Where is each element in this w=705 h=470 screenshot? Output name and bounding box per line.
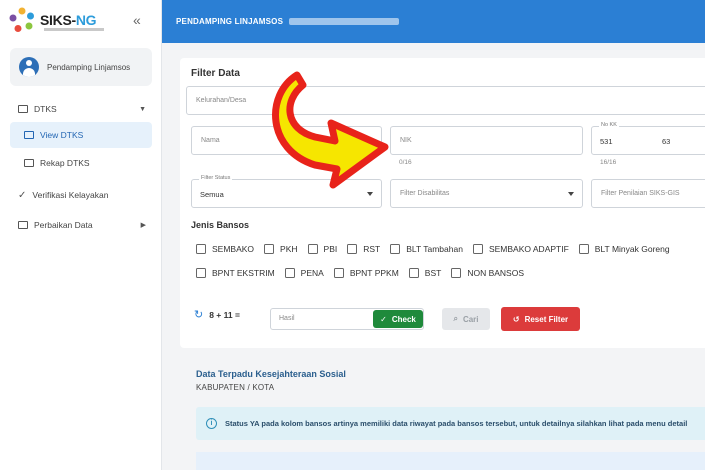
logo-tagline-line (44, 28, 104, 31)
checkbox-box[interactable] (196, 268, 206, 278)
no-kk-counter: 16/16 (600, 159, 617, 166)
sidebar-item-rekap-dtks[interactable]: Rekap DTKS (0, 150, 162, 176)
checkbox-box[interactable] (196, 244, 206, 254)
filter-penilaian-select[interactable]: Filter Penilaian SIKS-GIS (591, 179, 705, 208)
sidebar-nav: DTKS ▼ View DTKS Rekap DTKS ✓ Verifikasi… (0, 96, 162, 238)
bansos-row-1: SEMBAKO PKH PBI RST BLT Tambahan SEMBAKO… (196, 244, 680, 254)
checkbox-box[interactable] (333, 268, 344, 278)
checkbox-box[interactable] (390, 244, 401, 254)
check-button[interactable]: ✓ Check (373, 310, 423, 328)
sidebar-item-perbaikan-data[interactable]: Perbaikan Data ▶ (0, 212, 162, 238)
checkbox-box[interactable] (451, 268, 462, 278)
sidebar-item-label: Verifikasi Kelayakan (32, 190, 109, 200)
collapse-sidebar-icon[interactable]: « (133, 12, 141, 28)
nik-field[interactable]: NIK (390, 126, 583, 155)
sidebar-item-dtks[interactable]: DTKS ▼ (0, 96, 162, 122)
checkbox-sembako[interactable]: SEMBAKO (196, 244, 254, 254)
checkbox-box[interactable] (347, 244, 358, 254)
annotation-arrow-icon (272, 71, 389, 189)
table-icon (24, 131, 34, 139)
captcha: ↻ 8 + 11 = (194, 308, 244, 321)
info-icon: i (206, 418, 217, 429)
section-title: Data Terpadu Kesejahteraan Sosial (196, 369, 346, 379)
sidebar-item-verifikasi-kelayakan[interactable]: ✓ Verifikasi Kelayakan (0, 182, 162, 208)
checkbox-box[interactable] (578, 244, 589, 254)
bansos-row-2: BPNT EKSTRIM PENA BPNT PPKM BST NON BANS… (196, 268, 534, 278)
table-icon (24, 159, 34, 167)
sidebar-item-label: Rekap DTKS (40, 158, 90, 168)
chevron-right-icon: ▶ (140, 222, 146, 229)
checkbox-sembako-adaptif[interactable]: SEMBAKO ADAPTIF (472, 244, 569, 254)
jenis-bansos-title: Jenis Bansos (191, 220, 250, 230)
captcha-question: 8 + 11 = (209, 309, 240, 320)
checkbox-box[interactable] (307, 244, 318, 254)
filter-penilaian-placeholder: Filter Penilaian SIKS-GIS (601, 190, 680, 197)
user-avatar-icon (19, 57, 39, 77)
sidebar: SIKS-NG « Pendamping Linjamsos DTKS ▼ Vi… (0, 0, 162, 470)
checkbox-box[interactable] (264, 244, 275, 254)
logo-icon (9, 7, 34, 32)
checkbox-pkh[interactable]: PKH (264, 244, 298, 254)
filter-title: Filter Data (191, 68, 240, 79)
info-alert: i Status YA pada kolom bansos artinya me… (196, 407, 705, 440)
filter-status-value: Semua (200, 190, 224, 199)
chevron-down-icon (568, 191, 574, 196)
nama-placeholder: Nama (201, 137, 220, 144)
table-header-strip (196, 452, 705, 470)
sidebar-item-label: DTKS (34, 104, 57, 114)
no-kk-label: No KK (599, 122, 619, 128)
filter-disabilitas-placeholder: Filter Disabilitas (400, 190, 450, 197)
checkbox-bst[interactable]: BST (408, 268, 441, 278)
kelurahan-placeholder: Kelurahan/Desa (196, 97, 247, 104)
checkbox-box[interactable] (284, 268, 295, 278)
captcha-placeholder: Hasil (279, 315, 295, 322)
refresh-icon[interactable]: ↻ (194, 308, 203, 321)
checkbox-bpnt-ekstrim[interactable]: BPNT EKSTRIM (196, 268, 275, 278)
reset-filter-button[interactable]: ↺ Reset Filter (501, 307, 580, 331)
user-profile[interactable]: Pendamping Linjamsos (10, 48, 152, 86)
checkbox-non-bansos[interactable]: NON BANSOS (451, 268, 524, 278)
user-role: Pendamping Linjamsos (47, 62, 131, 72)
redacted-name (289, 18, 400, 25)
table-icon (18, 105, 28, 113)
header-title: PENDAMPING LINJAMSOS (176, 17, 284, 26)
checkbox-rst[interactable]: RST (347, 244, 380, 254)
reset-icon: ↺ (512, 314, 520, 324)
checkbox-pena[interactable]: PENA (284, 268, 324, 278)
checkbox-box[interactable] (472, 244, 483, 254)
filter-status-label: Filter Status (199, 175, 233, 181)
checkbox-blt-minyak-goreng[interactable]: BLT Minyak Goreng (578, 244, 670, 254)
checkbox-blt-tambahan[interactable]: BLT Tambahan (390, 244, 463, 254)
filter-disabilitas-select[interactable]: Filter Disabilitas (390, 179, 583, 208)
top-header: PENDAMPING LINJAMSOS (162, 0, 705, 43)
checkbox-box[interactable] (408, 268, 419, 278)
search-icon: ⌕ (453, 314, 458, 323)
no-kk-value-end: 63 (662, 137, 671, 146)
check-icon: ✓ (18, 189, 27, 201)
sidebar-item-view-dtks[interactable]: View DTKS (10, 122, 152, 148)
check-icon: ✓ (380, 314, 387, 324)
info-text: Status YA pada kolom bansos artinya memi… (225, 419, 688, 428)
checkbox-pbi[interactable]: PBI (307, 244, 337, 254)
sidebar-item-label: Perbaikan Data (34, 220, 93, 230)
sidebar-item-label: View DTKS (40, 130, 84, 140)
search-icon (18, 221, 28, 229)
checkbox-bpnt-ppkm[interactable]: BPNT PPKM (333, 268, 399, 278)
no-kk-field[interactable]: No KK 531 63 (591, 122, 705, 155)
logo-text: SIKS-NG (40, 12, 97, 28)
section-subtitle: KABUPATEN / KOTA (196, 383, 275, 392)
cari-button[interactable]: ⌕ Cari (442, 308, 490, 330)
no-kk-value-start: 531 (600, 137, 613, 146)
chevron-down-icon: ▼ (139, 105, 146, 113)
